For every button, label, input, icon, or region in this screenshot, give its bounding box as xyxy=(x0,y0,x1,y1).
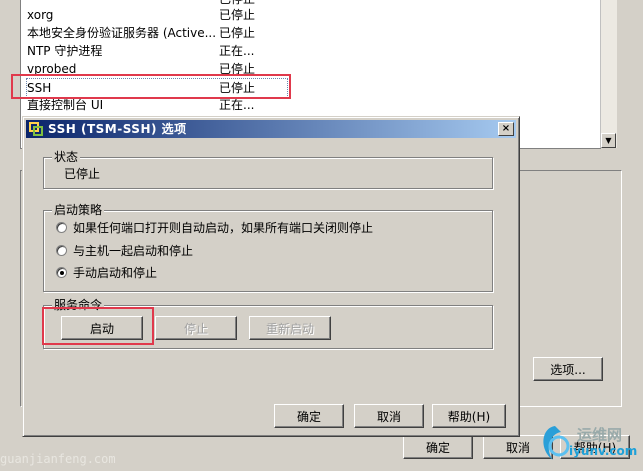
logo-text-cn: 运维网 xyxy=(577,426,623,444)
service-status: 已停止 xyxy=(219,8,256,22)
status-group: 状态 已停止 xyxy=(43,150,493,189)
watermark-text: guanjianfeng.com xyxy=(0,452,116,466)
close-icon[interactable]: × xyxy=(498,122,514,136)
service-name: xorg xyxy=(27,8,54,22)
policy-option-manual[interactable]: 手动启动和停止 xyxy=(56,264,157,282)
service-status: 正在... xyxy=(219,44,255,58)
vmware-logo-icon xyxy=(29,122,43,136)
dialog-title: SSH (TSM-SSH) 选项 xyxy=(48,122,187,136)
policy-option-with-host[interactable]: 与主机一起启动和停止 xyxy=(56,242,193,260)
service-name: NTP 守护进程 xyxy=(27,44,103,58)
service-status: 已停止 xyxy=(219,26,256,40)
ssh-highlight-box xyxy=(11,74,291,99)
policy-option-label: 手动启动和停止 xyxy=(73,266,158,280)
radio-button-selected[interactable] xyxy=(56,267,67,278)
ssh-options-dialog: SSH (TSM-SSH) 选项 × 状态 已停止 启动策略 如果任何端口打开则… xyxy=(22,116,520,437)
options-button[interactable]: 选项... xyxy=(533,357,603,381)
outer-ok-button[interactable]: 确定 xyxy=(403,435,473,459)
ok-button[interactable]: 确定 xyxy=(274,404,344,428)
service-name: 本地安全身份验证服务器 (Active... xyxy=(27,26,217,40)
help-button[interactable]: 帮助(H) xyxy=(432,404,506,428)
cancel-button[interactable]: 取消 xyxy=(354,404,424,428)
radio-button[interactable] xyxy=(56,222,67,233)
startup-policy-label: 启动策略 xyxy=(52,203,105,217)
service-row[interactable]: 本地安全身份验证服务器 (Active... 已停止 xyxy=(27,24,587,42)
service-row[interactable]: NTP 守护进程 正在... xyxy=(27,42,587,60)
stop-button[interactable]: 停止 xyxy=(155,316,237,340)
scroll-down-icon[interactable]: ▼ xyxy=(601,133,616,148)
restart-button[interactable]: 重新启动 xyxy=(249,316,331,340)
policy-option-auto[interactable]: 如果任何端口打开则自动启动，如果所有端口关闭则停止 xyxy=(56,219,373,237)
service-list-scrollbar[interactable]: ▼ xyxy=(600,0,617,148)
start-highlight-box xyxy=(42,307,154,345)
service-row[interactable]: xorg 已停止 xyxy=(27,6,587,24)
site-logo: 运维网 iyunv.com xyxy=(535,420,638,468)
service-status-value: 已停止 xyxy=(64,167,101,181)
radio-button[interactable] xyxy=(56,245,67,256)
startup-policy-group: 启动策略 如果任何端口打开则自动启动，如果所有端口关闭则停止 与主机一起启动和停… xyxy=(43,203,493,292)
policy-option-label: 如果任何端口打开则自动启动，如果所有端口关闭则停止 xyxy=(73,221,374,235)
logo-text-domain: iyunv.com xyxy=(569,444,638,458)
dialog-titlebar[interactable]: SSH (TSM-SSH) 选项 × xyxy=(26,120,516,138)
policy-option-label: 与主机一起启动和停止 xyxy=(73,244,194,258)
status-group-label: 状态 xyxy=(52,150,81,164)
